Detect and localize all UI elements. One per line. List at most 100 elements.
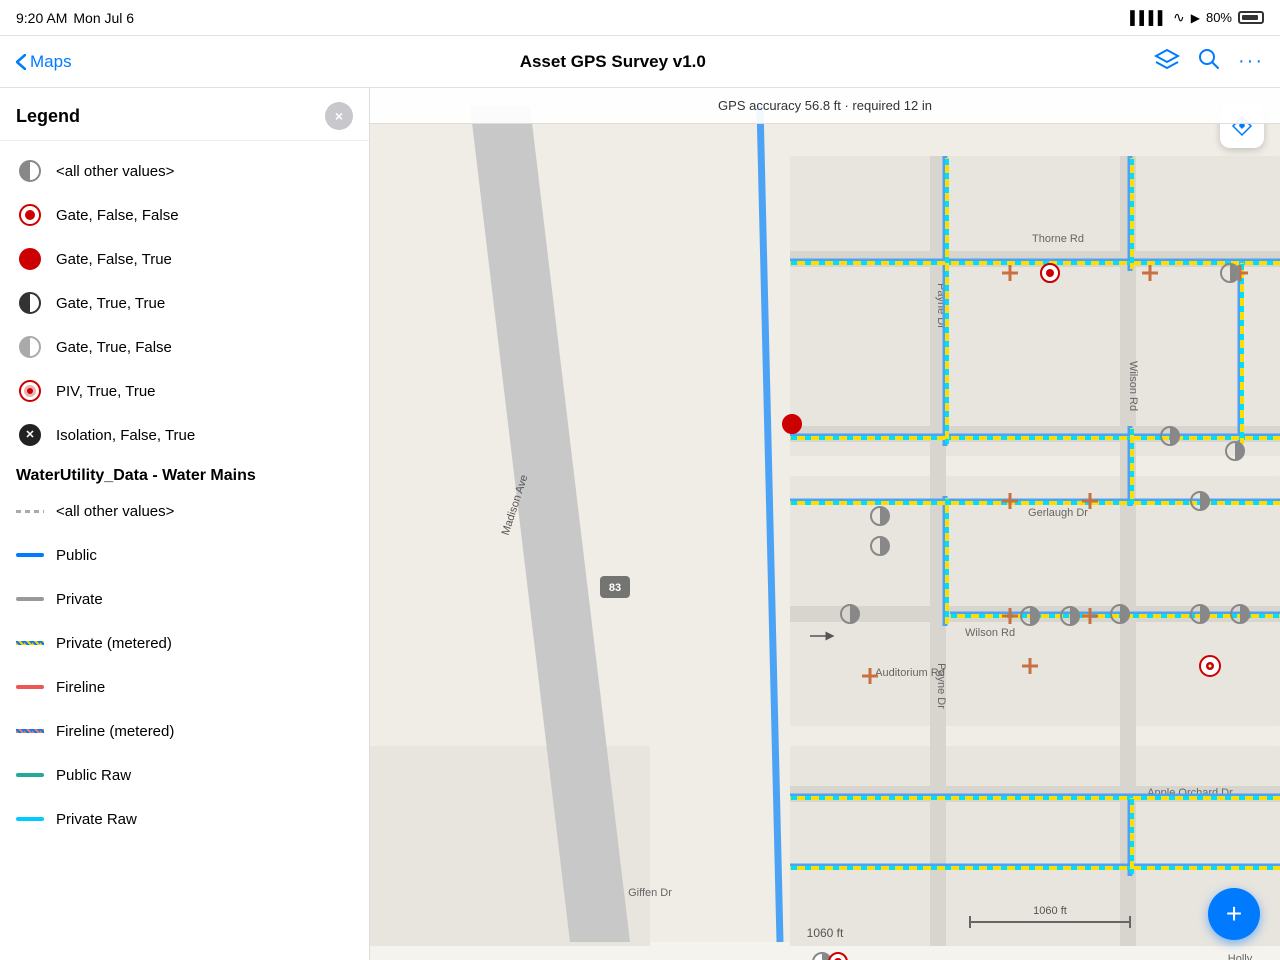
red-dot-icon [19,204,41,226]
legend-item-gate-ft: Gate, False, True [0,237,369,281]
legend-icon-public [16,541,44,569]
isolation-icon [19,424,41,446]
search-icon [1198,48,1220,70]
legend-label-public: Public [56,547,97,564]
legend-label-private: Private [56,591,103,608]
green-line-icon [16,773,44,777]
cyan-line-icon [16,817,44,821]
legend-item-piv: PIV, True, True [0,369,369,413]
status-right: ▌▌▌▌ ∿ ▶ 80% [1130,9,1264,26]
battery-pct: 80% [1206,10,1232,25]
map-scale: 1060 ft [807,926,844,940]
legend-label-fireline-metered: Fireline (metered) [56,723,174,740]
legend-label-gate-ff: Gate, False, False [56,207,179,224]
legend-close-button[interactable]: × [325,102,353,130]
legend-icon-private-metered [16,629,44,657]
nav-bar: Maps Asset GPS Survey v1.0 ··· [0,36,1280,88]
map-area[interactable]: 83 Thorne Rd Gerlaugh Dr Payne Dr Payne … [370,88,1280,960]
location-icon: ▶ [1191,11,1200,25]
legend-icon-fireline [16,673,44,701]
legend-item-public: Public [0,533,369,577]
add-icon: + [1226,898,1242,930]
date: Mon Jul 6 [73,10,134,26]
page-title: Asset GPS Survey v1.0 [520,52,706,72]
legend-icon-public-raw [16,761,44,789]
legend-icon-fireline-metered [16,717,44,745]
legend-icon-piv [16,377,44,405]
legend-icon-gate-ff [16,201,44,229]
legend-icon-gate-tt [16,289,44,317]
svg-text:Wilson Rd: Wilson Rd [965,627,1015,639]
status-bar: 9:20 AM Mon Jul 6 ▌▌▌▌ ∿ ▶ 80% [0,0,1280,36]
legend-label-gate-tf: Gate, True, False [56,339,172,356]
legend-icon-gate-ft [16,245,44,273]
legend-label-private-raw: Private Raw [56,811,137,828]
back-button[interactable]: Maps [16,52,72,72]
half-circle-icon [19,160,41,182]
legend-items: <all other values> Gate, False, False Ga… [0,141,369,849]
legend-label-gate-ft: Gate, False, True [56,251,172,268]
back-label: Maps [30,52,72,72]
legend-item-all-other: <all other values> [0,149,369,193]
dashed-gray-line-icon [16,510,44,513]
legend-label-private-metered: Private (metered) [56,635,172,652]
svg-text:Wilson Rd: Wilson Rd [1127,361,1139,411]
svg-text:83: 83 [609,582,621,594]
wifi-icon: ∿ [1173,9,1185,26]
gray-line-icon [16,597,44,601]
legend-icon-gate-tf [16,333,44,361]
time: 9:20 AM [16,10,67,26]
legend-item-gate-tt: Gate, True, True [0,281,369,325]
svg-text:Giffen Dr: Giffen Dr [628,887,672,899]
legend-item-private-metered: Private (metered) [0,621,369,665]
legend-item-fireline-metered: Fireline (metered) [0,709,369,753]
search-button[interactable] [1198,48,1220,75]
piv-icon [19,380,41,402]
legend-item-wm-other: <all other values> [0,489,369,533]
legend-icon-private [16,585,44,613]
svg-text:Gerlaugh Dr: Gerlaugh Dr [1028,507,1088,519]
nav-icons: ··· [1154,48,1264,75]
legend-label-gate-tt: Gate, True, True [56,295,165,312]
legend-title: Legend [16,106,80,127]
red-fill-icon [19,248,41,270]
more-icon: ··· [1238,50,1264,72]
svg-text:Thorne Rd: Thorne Rd [1032,233,1084,245]
legend-label-fireline: Fireline [56,679,105,696]
gray-half-icon [19,336,41,358]
gps-accuracy-text: GPS accuracy 56.8 ft · required 12 in [718,98,932,113]
legend-item-isolation: Isolation, False, True [0,413,369,457]
legend-item-gate-tf: Gate, True, False [0,325,369,369]
legend-label-all-other: <all other values> [56,163,174,180]
layers-button[interactable] [1154,48,1180,75]
legend-item-public-raw: Public Raw [0,753,369,797]
add-feature-button[interactable]: + [1208,888,1260,940]
back-chevron-icon [16,54,26,70]
legend-label-piv: PIV, True, True [56,383,156,400]
close-icon: × [335,108,343,124]
legend-label-public-raw: Public Raw [56,767,131,784]
more-button[interactable]: ··· [1238,50,1264,73]
svg-text:Auditorium Rd: Auditorium Rd [875,667,945,679]
svg-text:1060 ft: 1060 ft [1033,905,1067,917]
water-mains-header: WaterUtility_Data - Water Mains [0,457,369,489]
legend-item-private-raw: Private Raw [0,797,369,841]
orange-line-icon [16,685,44,689]
layers-icon [1154,48,1180,70]
svg-text:Holly: Holly [1228,953,1253,960]
legend-header: Legend × [0,88,369,141]
dark-half-icon [19,292,41,314]
legend-item-fireline: Fireline [0,665,369,709]
legend-label-isolation: Isolation, False, True [56,427,195,444]
legend-label-wm-other: <all other values> [56,503,174,520]
scale-label: 1060 ft [807,926,844,940]
legend-item-gate-ff: Gate, False, False [0,193,369,237]
map-canvas: 83 Thorne Rd Gerlaugh Dr Payne Dr Payne … [370,88,1280,960]
battery-icon [1238,11,1264,24]
yellow-blue-line-icon [16,641,44,645]
legend-panel: Legend × <all other values> Gate, False,… [0,88,370,960]
blue-line-icon [16,553,44,557]
legend-icon-wm-other [16,497,44,525]
status-left: 9:20 AM Mon Jul 6 [16,10,134,26]
orange-blue-line-icon [16,729,44,733]
